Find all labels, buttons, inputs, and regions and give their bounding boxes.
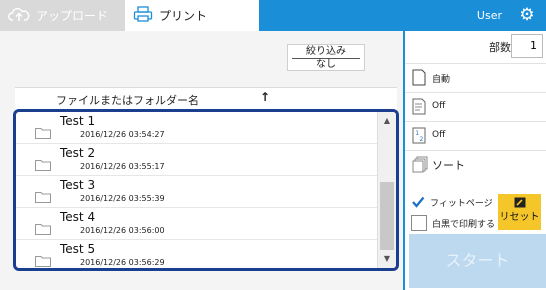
- file-name: Test 4: [60, 210, 96, 224]
- sort-option[interactable]: ソート: [405, 150, 546, 180]
- tab-print-label: プリント: [159, 9, 208, 23]
- top-bar: アップロード プリント User ⚙: [0, 0, 546, 31]
- gear-icon[interactable]: ⚙: [518, 6, 536, 24]
- sort-pages-icon: [412, 156, 428, 173]
- file-list-item[interactable]: Test 5 2016/12/26 03:56:29: [16, 240, 378, 268]
- fit-page-label: フィットページ: [430, 198, 493, 209]
- file-date: 2016/12/26 03:55:39: [80, 194, 165, 203]
- duplex-icon: [412, 98, 426, 115]
- scroll-down-icon[interactable]: ▼: [378, 252, 396, 266]
- file-date: 2016/12/26 03:56:29: [80, 258, 165, 267]
- tab-upload[interactable]: アップロード: [0, 0, 125, 31]
- folder-icon: [35, 124, 51, 139]
- mono-check-box: [411, 215, 427, 231]
- mono-label: 白黒で印刷する: [432, 219, 496, 230]
- fit-page-check-icon: [411, 195, 425, 209]
- scrollbar[interactable]: ▲ ▼: [377, 112, 396, 268]
- start-button[interactable]: スタート: [409, 234, 546, 288]
- file-list-header[interactable]: ファイルまたはフォルダー名 ↑: [15, 87, 397, 110]
- nup-option[interactable]: 12 Off: [405, 121, 546, 151]
- file-date: 2016/12/26 03:56:00: [80, 226, 165, 235]
- copies-input[interactable]: 1: [511, 34, 543, 58]
- file-list: Test 1 2016/12/26 03:54:27 Test 2 2016/12/2…: [13, 109, 399, 271]
- file-list-rows: Test 1 2016/12/26 03:54:27 Test 2 2016/12/2…: [16, 112, 378, 268]
- scroll-up-icon[interactable]: ▲: [378, 114, 396, 128]
- file-date: 2016/12/26 03:55:17: [80, 162, 165, 171]
- cloud-upload-icon: [8, 6, 30, 25]
- fit-page-checkbox[interactable]: フィットページ: [411, 195, 493, 209]
- folder-icon: [35, 252, 51, 267]
- file-list-item[interactable]: Test 1 2016/12/26 03:54:27: [16, 112, 378, 144]
- column-name-label: ファイルまたはフォルダー名: [56, 94, 199, 107]
- tab-print[interactable]: プリント: [125, 0, 259, 31]
- file-list-item[interactable]: Test 2 2016/12/26 03:55:17: [16, 144, 378, 176]
- file-name: Test 2: [60, 146, 96, 160]
- user-label[interactable]: User: [477, 0, 502, 31]
- folder-icon: [35, 156, 51, 171]
- scroll-thumb[interactable]: [380, 182, 394, 250]
- nup-icon: 12: [412, 127, 426, 144]
- paper-icon: [412, 69, 426, 86]
- eraser-icon: [514, 197, 526, 208]
- folder-icon: [35, 220, 51, 235]
- file-date: 2016/12/26 03:54:27: [80, 130, 165, 139]
- printer-icon: [133, 6, 153, 25]
- tab-upload-label: アップロード: [36, 9, 109, 23]
- reset-button[interactable]: リセット: [498, 194, 541, 230]
- filter-button[interactable]: 絞り込み なし: [287, 44, 365, 71]
- svg-text:2: 2: [420, 136, 424, 143]
- nup-value: Off: [432, 130, 446, 140]
- file-name: Test 5: [60, 242, 96, 256]
- paper-size-value: 自動: [432, 75, 451, 85]
- reset-label: リセット: [499, 212, 540, 223]
- file-list-item[interactable]: Test 4 2016/12/26 03:56:00: [16, 208, 378, 240]
- filter-label: 絞り込み: [306, 46, 346, 57]
- folder-icon: [35, 188, 51, 203]
- file-name: Test 3: [60, 178, 96, 192]
- sort-value: ソート: [432, 159, 465, 172]
- duplex-option[interactable]: Off: [405, 92, 546, 122]
- paper-size-option[interactable]: 自動: [405, 63, 546, 93]
- file-name: Test 1: [60, 114, 96, 128]
- sort-arrow-icon[interactable]: ↑: [260, 90, 270, 104]
- duplex-value: Off: [432, 101, 446, 111]
- print-settings-panel: 部数 1 自動 Off 12 Off ソート フィットページ 白黒で印刷する リ…: [405, 31, 546, 290]
- file-list-item[interactable]: Test 3 2016/12/26 03:55:39: [16, 176, 378, 208]
- mono-checkbox[interactable]: 白黒で印刷する: [411, 215, 495, 231]
- copies-label: 部数: [489, 41, 511, 54]
- filter-value: なし: [316, 59, 336, 70]
